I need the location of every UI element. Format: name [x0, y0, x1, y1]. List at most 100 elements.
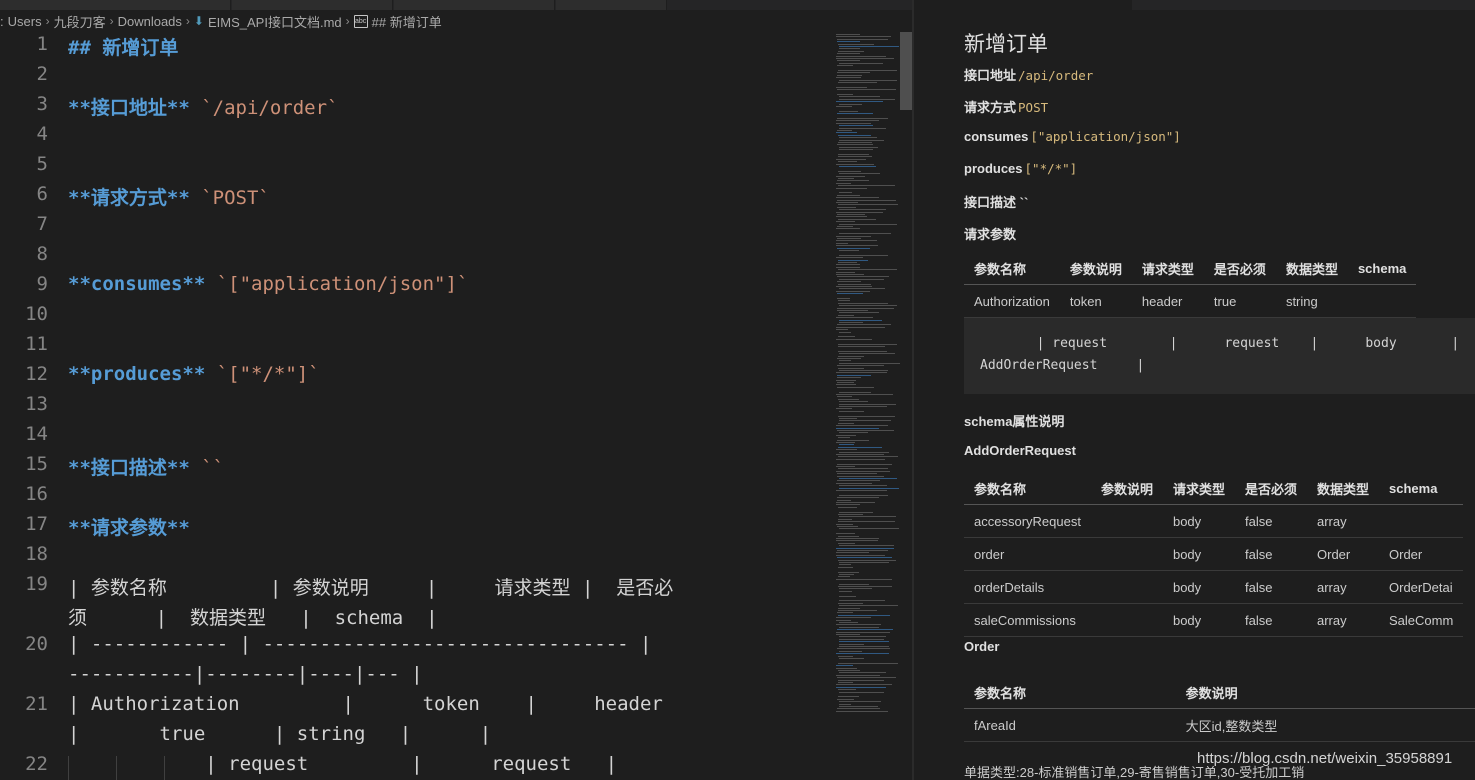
minimap-line [836, 257, 863, 259]
minimap-line [836, 286, 872, 287]
minimap-line [839, 574, 854, 575]
editor-tab[interactable] [556, 0, 667, 10]
table-cell: fAreaId [964, 708, 1176, 742]
minimap-line [836, 101, 883, 103]
minimap-line [837, 180, 869, 182]
order-label: Order [964, 639, 1000, 654]
minimap-line [838, 185, 895, 187]
minimap-line [836, 58, 894, 59]
line-number: 7 [36, 213, 48, 235]
line-number: 5 [36, 153, 48, 175]
column-header: 请求类型 [1131, 252, 1204, 285]
line-number: 3 [36, 93, 48, 115]
minimap-line [839, 110, 858, 112]
request-params-label: 请求参数 [964, 227, 1017, 242]
minimap-line [837, 41, 860, 43]
code-line[interactable]: **produces** `["*/*"]` [68, 363, 808, 385]
code-line[interactable]: ## 新增订单 [68, 33, 808, 60]
minimap-line [839, 583, 869, 585]
breadcrumb-item[interactable]: ## 新增订单 [372, 12, 442, 31]
minimap-line [839, 192, 852, 194]
breadcrumb-item[interactable]: Users [8, 14, 42, 29]
table-cell: array [1307, 570, 1380, 604]
minimap-line [839, 487, 899, 489]
breadcrumb-item[interactable]: : [0, 14, 4, 29]
minimap-line [836, 547, 894, 549]
minimap-line [836, 36, 891, 38]
editor-tab[interactable] [0, 0, 231, 10]
minimap-line [839, 401, 868, 403]
preview-tab-strip [914, 0, 1475, 10]
line-number: 1 [36, 33, 48, 55]
breadcrumb-item[interactable]: Downloads [118, 14, 182, 29]
schema-name: AddOrderRequest [964, 443, 1076, 458]
minimap-line [839, 173, 880, 175]
minimap-line [838, 422, 854, 424]
minimap-line [838, 398, 859, 400]
breadcrumb-item[interactable]: EIMS_API接口文档.md [208, 12, 342, 31]
minimap-line [839, 643, 864, 645]
minimap-line [836, 197, 879, 199]
minimap-line [839, 391, 871, 393]
schema-table: 参数名称 参数说明 请求类型 是否必须 数据类型 schema accessoryReque… [964, 472, 1464, 637]
minimap-line [838, 535, 859, 537]
minimap-line [837, 206, 856, 208]
table-cell: body [1162, 570, 1235, 604]
code-line[interactable]: **接口地址** `/api/order` [68, 93, 808, 120]
code-line[interactable]: **接口描述** `` [68, 453, 808, 480]
minimap-line [837, 238, 861, 239]
table-row: fAreaId 大区id,整数类型 [964, 708, 1475, 742]
markdown-editor[interactable]: 1 ## 新增订单 2 3 **接口地址** `/api/order` 4 5 6 **请求方式… [0, 32, 900, 780]
code-token: **consumes** [68, 273, 206, 295]
minimap-line [839, 516, 896, 518]
minimap-line [839, 96, 880, 98]
minimap-line [836, 665, 853, 667]
table-cell: OrderDetai [1379, 570, 1464, 604]
minimap-line [839, 590, 852, 592]
minimap-line [836, 175, 865, 177]
minimap-line [836, 242, 848, 244]
table-cell: Authorization [964, 284, 1060, 318]
code-line[interactable]: | true | string | | [68, 723, 808, 745]
minimap-line [839, 370, 888, 371]
code-line[interactable]: | 参数名称 | 参数说明 | 请求类型 | 是否必 [68, 573, 808, 600]
minimap-line [836, 631, 890, 633]
line-number: 13 [25, 393, 48, 415]
code-line[interactable]: 须 | 数据类型 | schema | [68, 603, 808, 630]
code-line[interactable]: -----------|--------|----|--- | [68, 663, 808, 685]
minimap-line [836, 458, 885, 460]
code-line[interactable]: **请求参数** [68, 513, 808, 540]
minimap-line [838, 586, 892, 587]
code-line[interactable]: **请求方式** `POST` [68, 183, 808, 210]
column-header: 参数名称 [964, 472, 1091, 505]
minimap-line [839, 595, 856, 597]
table-row: order body false Order Order [964, 537, 1464, 571]
minimap-line [838, 314, 854, 316]
minimap-line [836, 552, 869, 554]
code-token: `` [189, 457, 225, 479]
scrollbar-thumb[interactable] [900, 32, 912, 110]
minimap-line [836, 187, 867, 189]
code-line[interactable]: | ------------ | -----------------------… [68, 633, 808, 655]
minimap-line [839, 46, 899, 47]
minimap-line [839, 48, 860, 50]
code-line[interactable]: | Authorization | token | header [68, 693, 808, 715]
breadcrumb-item[interactable]: 九段刀客 [54, 12, 106, 31]
preview-tab[interactable] [914, 0, 1132, 10]
minimap-line [839, 98, 895, 100]
minimap-line [838, 154, 869, 155]
editor-scrollbar[interactable] [900, 32, 912, 780]
minimap-line [838, 614, 890, 616]
code-line[interactable]: | request | request | [68, 753, 808, 775]
minimap[interactable] [830, 32, 900, 780]
minimap-line [837, 374, 871, 376]
minimap-line [838, 571, 859, 573]
minimap-line [838, 576, 850, 578]
minimap-line [838, 134, 871, 136]
editor-tab[interactable] [232, 0, 393, 10]
table-row: Authorization token header true string [964, 284, 1417, 318]
code-line[interactable]: **consumes** `["application/json"]` [68, 273, 808, 295]
column-header: 数据类型 [1307, 472, 1380, 505]
editor-tab[interactable] [394, 0, 555, 10]
table-cell: saleCommissions [964, 603, 1091, 637]
